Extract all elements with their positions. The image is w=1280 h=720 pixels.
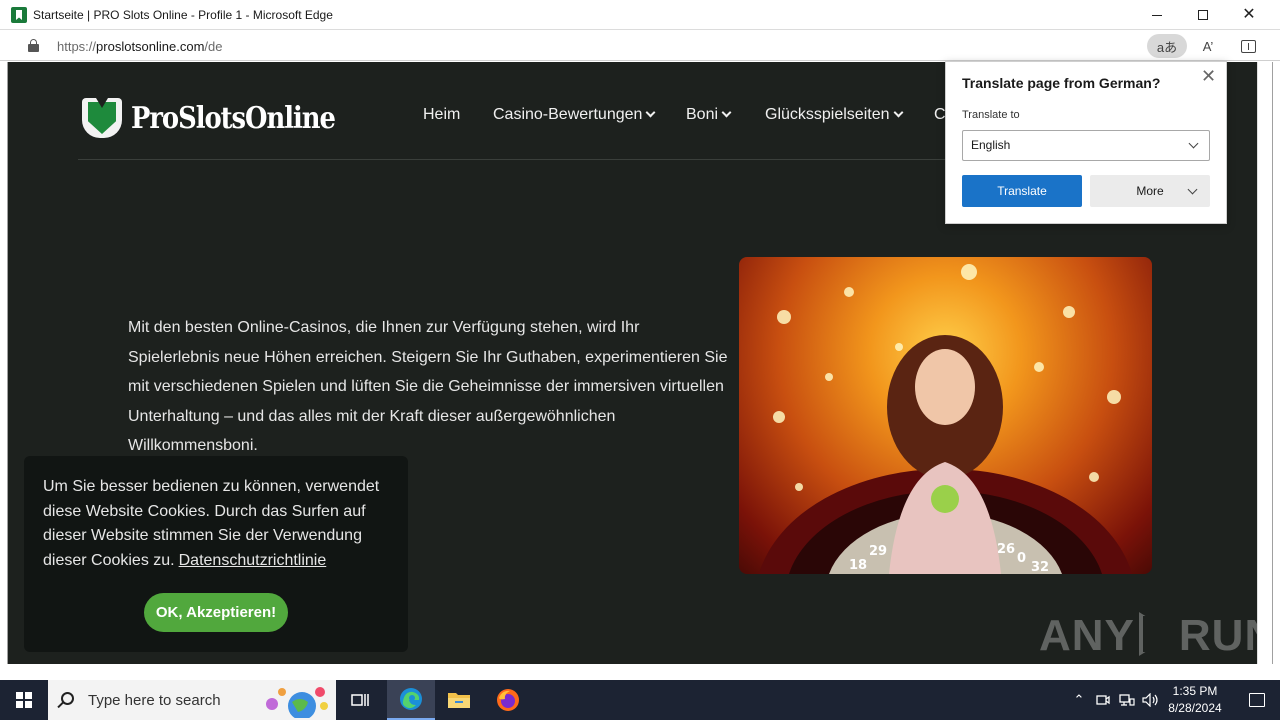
- privacy-policy-link[interactable]: Datenschutzrichtlinie: [179, 552, 327, 569]
- nav-item-casino-bewertungen[interactable]: Casino-Bewertungen: [493, 106, 656, 124]
- wheel-number: 32: [1031, 560, 1049, 574]
- more-label: More: [1136, 184, 1164, 198]
- nav-label: Boni: [686, 106, 719, 123]
- anyrun-watermark: ANY RUN: [1039, 611, 1257, 661]
- chevron-down-icon: [1188, 138, 1199, 149]
- hero-casino-image: 18 29 26 0 32: [739, 257, 1152, 574]
- read-aloud-icon[interactable]: A’: [1196, 34, 1220, 58]
- url-host: proslotsonline.com: [96, 39, 205, 54]
- wheel-number: 29: [869, 544, 887, 559]
- chevron-down-icon: [721, 107, 732, 117]
- task-view-icon: [351, 694, 369, 706]
- url-field[interactable]: https://proslotsonline.com/de: [57, 39, 223, 54]
- notification-icon: [1249, 693, 1265, 707]
- clock-date: 8/28/2024: [1168, 701, 1222, 715]
- chevron-down-icon: [1187, 184, 1198, 195]
- watermark-right: RUN: [1178, 611, 1257, 660]
- logo-wordmark: ProSlotsOnline: [131, 100, 336, 136]
- address-bar: https://proslotsonline.com/de aあ A’: [0, 31, 1280, 61]
- taskbar-clock[interactable]: 1:35 PM 8/28/2024: [1160, 683, 1230, 717]
- taskbar-firefox[interactable]: [484, 680, 532, 720]
- volume-icon: [1142, 693, 1158, 707]
- close-icon[interactable]: ✕: [1201, 66, 1216, 87]
- taskbar-search-box[interactable]: Type here to search: [48, 680, 336, 720]
- maximize-button[interactable]: [1180, 0, 1226, 30]
- network-icon: [1119, 694, 1135, 706]
- translate-to-label: Translate to: [962, 109, 1020, 121]
- logo-shield-icon: [82, 98, 122, 138]
- site-favicon-icon: [11, 7, 27, 23]
- url-scheme: https://: [57, 39, 97, 54]
- nav-item-truncated[interactable]: C: [934, 106, 946, 124]
- translate-icon[interactable]: aあ: [1147, 34, 1187, 58]
- windows-logo-icon: [16, 692, 32, 708]
- site-logo[interactable]: ProSlotsOnline: [82, 98, 368, 138]
- action-center-button[interactable]: [1234, 680, 1280, 720]
- page-scrollbar[interactable]: [1257, 62, 1272, 664]
- chevron-down-icon: [645, 107, 656, 117]
- taskbar-file-explorer[interactable]: [435, 680, 483, 720]
- meet-now-icon: [1096, 695, 1110, 705]
- watermark-left: ANY: [1039, 611, 1135, 660]
- cookie-message: Um Sie besser bedienen zu können, verwen…: [43, 475, 393, 573]
- nav-item-heim[interactable]: Heim: [423, 106, 460, 124]
- wheel-number: 26: [997, 542, 1015, 557]
- firefox-icon: [497, 689, 519, 711]
- translate-heading: Translate page from German?: [962, 75, 1161, 91]
- window-title: Startseite | PRO Slots Online - Profile …: [33, 8, 333, 22]
- cookie-banner: Um Sie besser bedienen zu können, verwen…: [24, 456, 408, 652]
- hero-illustration: 18 29 26 0 32: [759, 264, 1132, 574]
- tray-overflow-button[interactable]: ⌃: [1070, 680, 1088, 720]
- folder-icon: [448, 693, 470, 708]
- start-button[interactable]: [0, 680, 48, 720]
- close-window-button[interactable]: ✕: [1226, 0, 1272, 30]
- tray-volume[interactable]: [1140, 680, 1162, 720]
- play-icon: [1138, 612, 1175, 656]
- target-language-select[interactable]: English: [962, 130, 1210, 161]
- edge-icon: [400, 688, 422, 710]
- search-placeholder: Type here to search: [88, 692, 221, 709]
- minimize-icon: [1152, 14, 1162, 16]
- url-path: /de: [204, 39, 223, 54]
- wheel-number: 0: [1017, 551, 1026, 566]
- nav-label: Casino-Bewertungen: [493, 106, 643, 123]
- collections-icon[interactable]: [1236, 34, 1260, 58]
- minimize-button[interactable]: [1134, 0, 1180, 30]
- window-bottom-edge: [0, 664, 1280, 680]
- translate-button[interactable]: Translate: [962, 175, 1082, 207]
- chevron-up-icon: ⌃: [1073, 692, 1085, 707]
- close-icon: ✕: [1242, 6, 1256, 23]
- taskbar: Type here to search ⌃ 1:35 PM 8/28/2024: [0, 680, 1280, 720]
- clock-time: 1:35 PM: [1172, 684, 1218, 698]
- tray-meet-now[interactable]: [1094, 680, 1112, 720]
- intro-paragraph: Mit den besten Online-Casinos, die Ihnen…: [128, 319, 728, 455]
- window-titlebar: Startseite | PRO Slots Online - Profile …: [0, 0, 1280, 30]
- nav-label: Glücksspielseiten: [765, 106, 890, 123]
- translate-popup: Translate page from German? ✕ Translate …: [945, 61, 1227, 224]
- nav-label: Heim: [423, 106, 461, 123]
- tray-network[interactable]: [1116, 680, 1138, 720]
- nav-item-boni[interactable]: Boni: [686, 106, 732, 124]
- more-button[interactable]: More: [1090, 175, 1210, 207]
- nav-item-gluecksspielseiten[interactable]: Glücksspielseiten: [765, 106, 903, 124]
- accept-cookies-button[interactable]: OK, Akzeptieren!: [144, 593, 288, 632]
- maximize-icon: [1198, 10, 1208, 20]
- selected-language: English: [971, 138, 1011, 152]
- search-icon: [61, 692, 74, 705]
- task-view-button[interactable]: [336, 680, 384, 720]
- wheel-number: 18: [849, 558, 867, 573]
- search-highlight-icon: [266, 687, 328, 718]
- lock-icon[interactable]: [28, 39, 39, 52]
- chevron-down-icon: [893, 107, 903, 117]
- nav-label: C: [934, 106, 946, 123]
- taskbar-edge[interactable]: [387, 680, 435, 720]
